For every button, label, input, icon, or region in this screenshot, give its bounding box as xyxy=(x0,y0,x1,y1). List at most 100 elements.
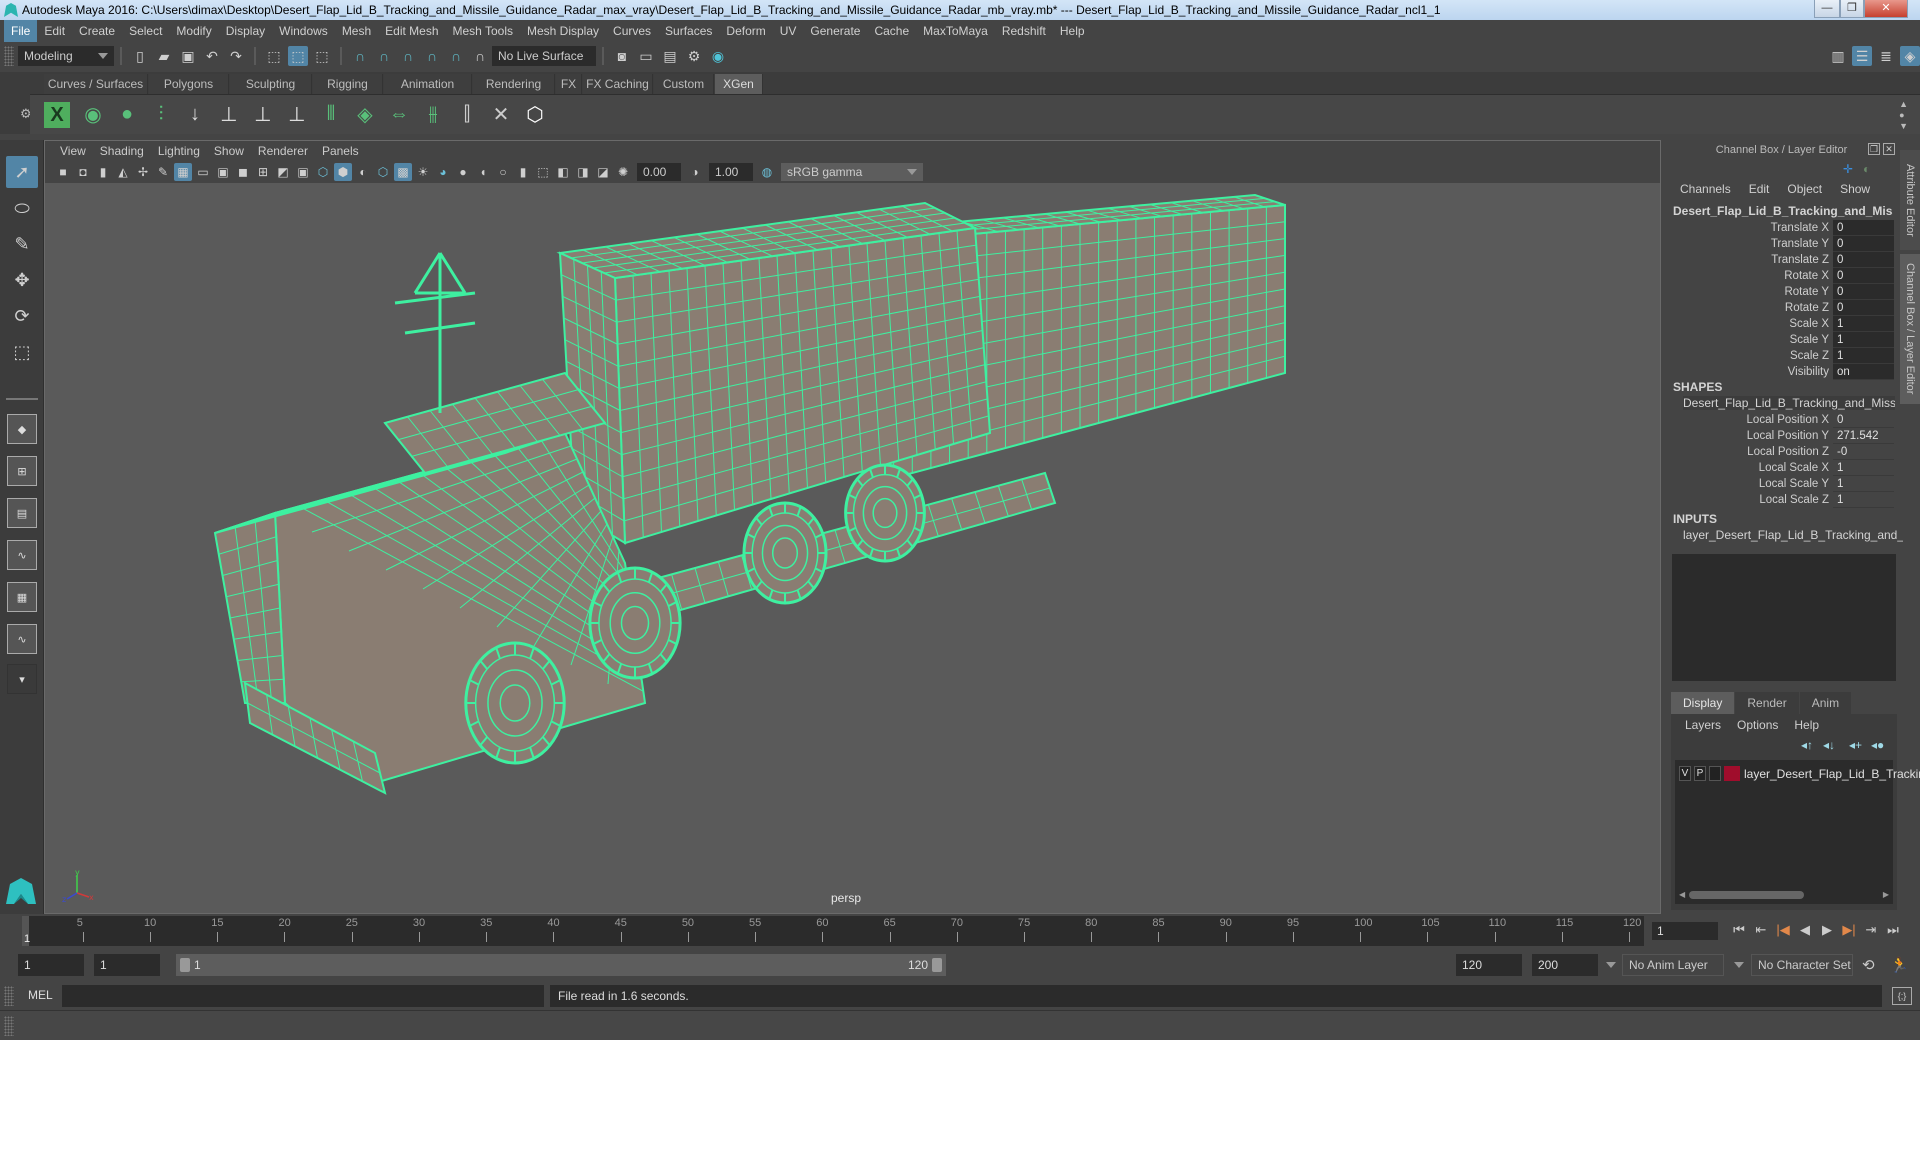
bookmark-icon[interactable]: ▮ xyxy=(94,163,112,181)
new-layer-selected-icon[interactable]: ◂● xyxy=(1871,738,1884,752)
shelf-tab-sculpting[interactable]: Sculpting xyxy=(230,74,312,94)
shelf-tab-xgen[interactable]: XGen xyxy=(715,74,763,94)
lasso-tool-icon[interactable]: ⬭ xyxy=(6,192,38,224)
input-name[interactable]: layer_Desert_Flap_Lid_B_Tracking_and_... xyxy=(1683,528,1903,542)
grip-handle[interactable] xyxy=(4,986,14,1006)
camera-icon[interactable]: ■ xyxy=(54,163,72,181)
image-plane-icon[interactable]: ◭ xyxy=(114,163,132,181)
grip-handle[interactable] xyxy=(4,1016,14,1036)
scroll-left-icon[interactable]: ◀ xyxy=(1679,890,1685,899)
add-guide-icon[interactable]: ⊥ xyxy=(214,98,244,130)
command-input[interactable] xyxy=(62,985,544,1007)
layout-more-icon[interactable]: ▾ xyxy=(7,664,37,694)
menu-curves[interactable]: Curves xyxy=(606,20,658,42)
xray-joints-icon[interactable]: ◨ xyxy=(574,163,592,181)
menu-uv[interactable]: UV xyxy=(773,20,804,42)
anim-layer-dropdown[interactable]: No Anim Layer xyxy=(1622,954,1724,976)
single-view-layout-icon[interactable]: ◆ xyxy=(7,414,37,444)
channel-attribute-row[interactable]: Rotate Z0 xyxy=(1663,300,1894,316)
scrollbar-thumb[interactable] xyxy=(1689,891,1804,899)
menu-display[interactable]: Display xyxy=(219,20,272,42)
select-hierarchy-icon[interactable]: ⬚ xyxy=(264,46,284,66)
grid-icon[interactable]: ▦ xyxy=(174,163,192,181)
snap-surface-icon[interactable]: ∩ xyxy=(446,46,466,66)
range-slider-bar[interactable]: 1 120 xyxy=(176,954,946,976)
gamma-field[interactable]: 1.00 xyxy=(709,163,753,181)
paint-select-tool-icon[interactable]: ✎ xyxy=(6,228,38,260)
channel-attribute-row[interactable]: Translate Z0 xyxy=(1663,252,1894,268)
shelf-tab-animation[interactable]: Animation xyxy=(384,74,472,94)
menu-windows[interactable]: Windows xyxy=(272,20,335,42)
shape-attribute-label[interactable]: Local Position X xyxy=(1663,412,1833,428)
wireframe-on-shaded-icon[interactable]: ⬡ xyxy=(374,163,392,181)
menu-redshift[interactable]: Redshift xyxy=(995,20,1053,42)
custom-layout-icon[interactable]: ∿ xyxy=(7,624,37,654)
playback-start-field[interactable]: 1 xyxy=(94,954,160,976)
use-lights-icon[interactable]: ☀ xyxy=(414,163,432,181)
menu-mesh-tools[interactable]: Mesh Tools xyxy=(446,20,520,42)
layer-menu-help[interactable]: Help xyxy=(1786,718,1827,732)
shelf-tab-fx[interactable]: FX xyxy=(556,74,582,94)
channel-menu-edit[interactable]: Edit xyxy=(1740,182,1779,196)
channel-attribute-label[interactable]: Translate Y xyxy=(1663,236,1833,252)
modeling-toolkit-icon[interactable]: ▥ xyxy=(1828,46,1848,66)
viewport-menu-view[interactable]: View xyxy=(53,144,93,158)
scale-tool-icon[interactable]: ⬚ xyxy=(6,336,38,368)
restore-button[interactable]: ❐ xyxy=(1840,0,1864,18)
layer-color-swatch[interactable] xyxy=(1724,766,1740,781)
layer-list-scrollbar[interactable]: ◀ ▶ xyxy=(1679,890,1889,900)
channel-attribute-row[interactable]: Rotate Y0 xyxy=(1663,284,1894,300)
viewport-menu-renderer[interactable]: Renderer xyxy=(251,144,315,158)
snap-curve-icon[interactable]: ∩ xyxy=(374,46,394,66)
anti-aliasing-icon[interactable]: ○ xyxy=(494,163,512,181)
range-end-handle[interactable] xyxy=(932,958,942,972)
add-guides-icon[interactable]: ⫶ xyxy=(146,98,176,130)
viewport-menu-lighting[interactable]: Lighting xyxy=(151,144,207,158)
channel-attribute-label[interactable]: Translate Z xyxy=(1663,252,1833,268)
go-to-start-icon[interactable]: ⏮ xyxy=(1728,922,1750,938)
menu-file[interactable]: File xyxy=(4,20,38,42)
color-management-toggle-icon[interactable]: ◍ xyxy=(758,163,776,181)
shape-name[interactable]: Desert_Flap_Lid_B_Tracking_and_Missil... xyxy=(1683,396,1895,410)
shape-attribute-row[interactable]: Local Scale X1 xyxy=(1663,460,1894,476)
shape-attribute-label[interactable]: Local Position Z xyxy=(1663,444,1833,460)
side-tab-channel-box[interactable]: Channel Box / Layer Editor xyxy=(1900,254,1920,404)
channel-attribute-value[interactable]: 0 xyxy=(1833,220,1894,236)
ipr-render-icon[interactable]: ▤ xyxy=(660,46,680,66)
wireframe-icon[interactable]: ⬡ xyxy=(314,163,332,181)
select-tool-icon[interactable]: ➚ xyxy=(6,156,38,188)
move-layer-down-icon[interactable]: ◂↓ xyxy=(1823,738,1835,752)
object-name[interactable]: Desert_Flap_Lid_B_Tracking_and_Missile..… xyxy=(1673,204,1893,218)
hypershade-icon[interactable]: ◉ xyxy=(708,46,728,66)
menu-cache[interactable]: Cache xyxy=(867,20,916,42)
channel-attribute-row[interactable]: Scale Y1 xyxy=(1663,332,1894,348)
select-guides-icon[interactable]: ⫵ xyxy=(418,98,448,130)
channel-attribute-label[interactable]: Rotate Y xyxy=(1663,284,1833,300)
anim-layer-chevron-icon[interactable] xyxy=(1606,962,1616,968)
channel-menu-channels[interactable]: Channels xyxy=(1671,182,1740,196)
layer-row[interactable]: V P layer_Desert_Flap_Lid_B_Trackir xyxy=(1679,766,1920,781)
shape-attribute-value[interactable]: -0 xyxy=(1833,444,1894,460)
gamma-icon[interactable]: ◑ xyxy=(686,163,704,181)
grooming-icon[interactable]: ◈ xyxy=(350,98,380,130)
select-object-icon[interactable]: ⬚ xyxy=(288,46,308,66)
shape-attribute-value[interactable]: 1 xyxy=(1833,492,1894,508)
render-settings-icon[interactable]: ⚙ xyxy=(684,46,704,66)
menu-edit-mesh[interactable]: Edit Mesh xyxy=(378,20,445,42)
flip-guides-icon[interactable]: ⇔ xyxy=(384,98,414,130)
shape-attribute-value[interactable]: 271.542 xyxy=(1833,428,1894,444)
layer-display-type-toggle[interactable] xyxy=(1709,766,1721,781)
menu-maxtomaya[interactable]: MaxToMaya xyxy=(916,20,995,42)
xray-components-icon[interactable]: ◪ xyxy=(594,163,612,181)
shelf-tab-rigging[interactable]: Rigging xyxy=(313,74,383,94)
shelf-tab-polygons[interactable]: Polygons xyxy=(149,74,229,94)
shelf-tab-fx-caching[interactable]: FX Caching xyxy=(583,74,653,94)
delete-guides-icon[interactable]: ✕ xyxy=(486,98,516,130)
3d-viewport[interactable]: y x z persp xyxy=(45,183,1660,913)
viewport-menu-shading[interactable]: Shading xyxy=(93,144,151,158)
xgen-clear-icon[interactable]: ● xyxy=(112,98,142,130)
shape-attribute-value[interactable]: 1 xyxy=(1833,476,1894,492)
graph-persp-layout-icon[interactable]: ∿ xyxy=(7,540,37,570)
channel-menu-object[interactable]: Object xyxy=(1778,182,1831,196)
channel-attribute-value[interactable]: 0 xyxy=(1833,236,1894,252)
